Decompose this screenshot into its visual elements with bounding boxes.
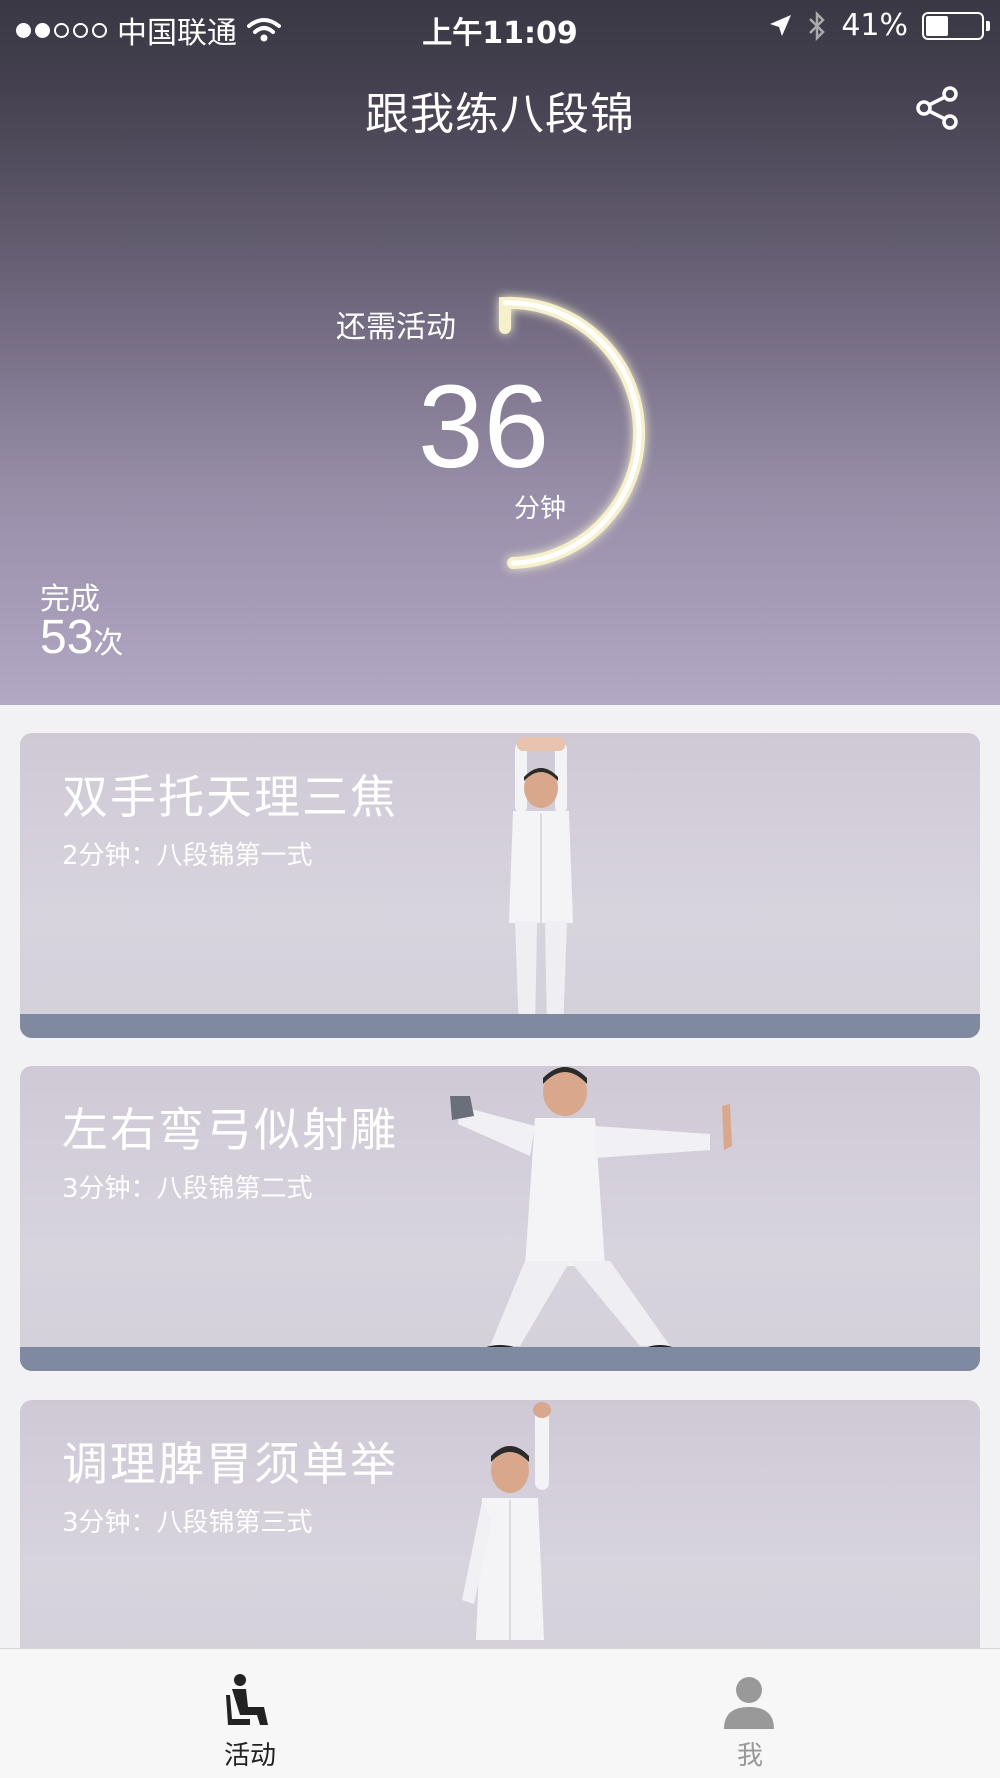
completed-unit: 次 (93, 626, 124, 661)
card-floor (20, 1014, 980, 1038)
card-floor (20, 1347, 980, 1371)
profile-icon (724, 1677, 774, 1729)
exercise-card-3[interactable]: 调理脾胃须单举 3分钟：八段锦第三式 (20, 1400, 980, 1680)
exercise-title: 双手托天理三焦 (62, 770, 398, 824)
completed-number: 53 (40, 611, 94, 664)
exercise-subtitle: 3分钟：八段锦第三式 (62, 1508, 313, 1538)
exercise-subtitle: 3分钟：八段锦第二式 (62, 1174, 313, 1204)
exercise-card-2[interactable]: 左右弯弓似射雕 3分钟：八段锦第二式 (20, 1066, 980, 1371)
bluetooth-icon (809, 10, 826, 41)
exercise-title: 左右弯弓似射雕 (62, 1103, 398, 1157)
battery-icon (922, 11, 990, 40)
tab-bar: 活动 我 (0, 1648, 1000, 1778)
exercise-figure-image (462, 1402, 551, 1640)
remaining-unit: 分钟 (514, 494, 567, 524)
exercise-figure-image (450, 1067, 732, 1357)
exercise-figure-image (509, 737, 573, 1033)
status-right: 41% (767, 8, 990, 43)
share-icon[interactable] (914, 84, 962, 132)
battery-percent: 41% (841, 8, 908, 43)
tab-label: 我 (736, 1741, 763, 1771)
tab-profile[interactable]: 我 (500, 1649, 1000, 1778)
exercise-subtitle: 2分钟：八段锦第一式 (62, 841, 313, 871)
activity-icon (226, 1674, 268, 1725)
exercise-title: 调理脾胃须单举 (62, 1437, 398, 1491)
tab-label: 活动 (223, 1741, 276, 1771)
completed-count: 53次 (40, 610, 123, 665)
hero-header: 中国联通 上午11:09 41% 跟我练八段锦 还需活动 36 分钟 完成 53… (0, 0, 1000, 705)
location-arrow-icon (770, 14, 792, 36)
exercise-card-1[interactable]: 双手托天理三焦 2分钟：八段锦第一式 (20, 733, 980, 1038)
page-title: 跟我练八段锦 (365, 89, 635, 140)
status-bar: 中国联通 上午11:09 41% (0, 0, 1000, 56)
tab-activity[interactable]: 活动 (0, 1649, 500, 1778)
remaining-label: 还需活动 (336, 310, 456, 345)
remaining-minutes: 36 (418, 361, 550, 493)
